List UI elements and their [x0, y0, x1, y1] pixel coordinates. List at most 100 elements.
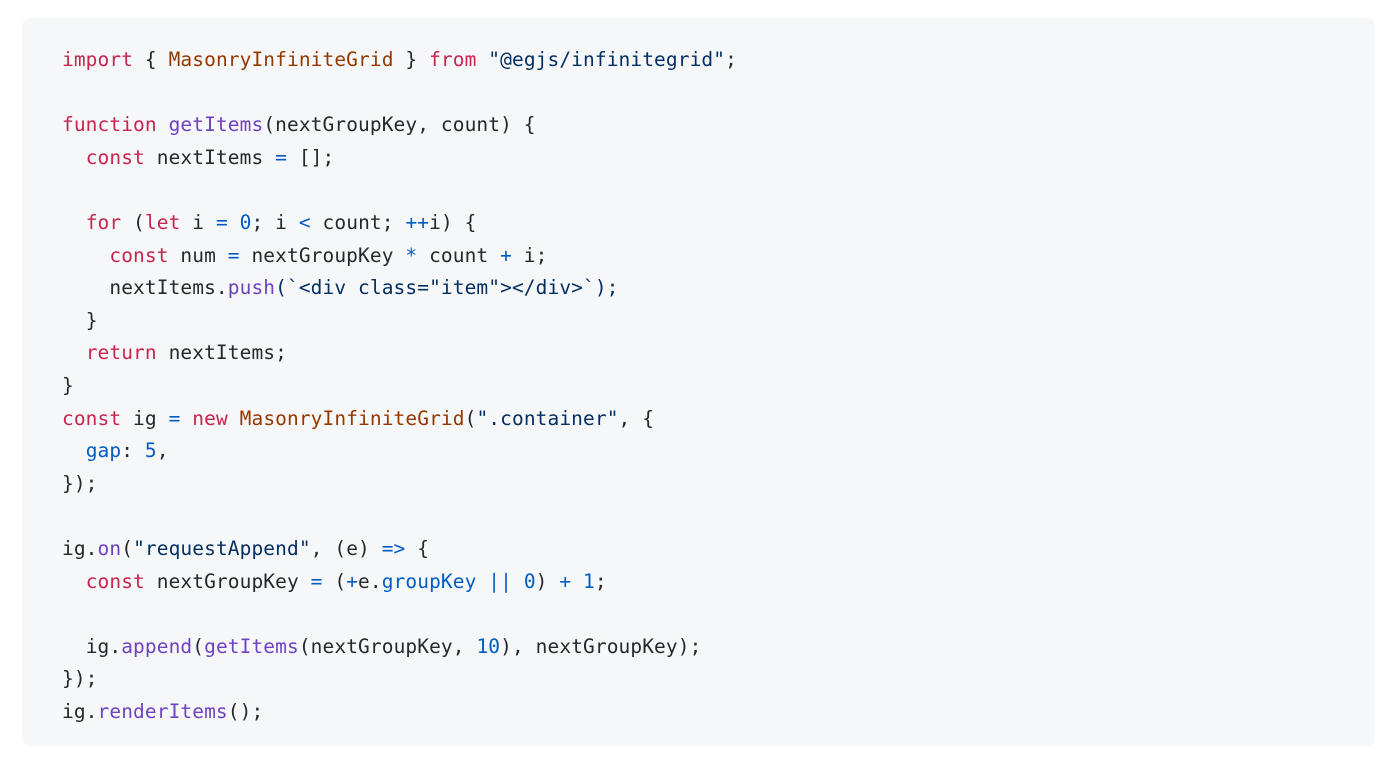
punct-semicolon-1: ;: [725, 48, 737, 71]
code-line-12: const ig = new MasonryInfiniteGrid(".con…: [42, 403, 1355, 436]
punct-paren-3: (: [121, 536, 134, 560]
var-num: num: [168, 243, 228, 267]
keyword-const-2: const: [109, 243, 169, 267]
keyword-new: new: [180, 406, 228, 430]
operator-unary-plus: +: [346, 569, 359, 593]
number-zero-1: 0: [227, 210, 252, 234]
keyword-const-4: const: [85, 569, 145, 593]
brace-close-function: }: [62, 373, 74, 397]
operator-assign-1: =: [275, 145, 287, 169]
var-next-items: nextItems: [144, 145, 276, 169]
number-gap-value: 5: [144, 439, 157, 463]
punct-brace-close: }: [393, 48, 430, 71]
callback-params: , (e): [310, 536, 382, 560]
return-value: nextItems;: [156, 341, 287, 365]
operator-multiply: *: [405, 243, 418, 267]
string-container-selector: ".container": [476, 406, 619, 430]
punct-comma-1: ,: [156, 439, 169, 463]
punct-paren-6: (: [192, 634, 205, 658]
object-e: e.: [358, 569, 382, 593]
indent-7: [62, 439, 86, 462]
code-line-16: ig.on("requestAppend", (e) => {: [42, 533, 1355, 566]
callback-brace-open: {: [405, 536, 430, 560]
keyword-import: import: [62, 48, 134, 71]
function-name-get-items: getItems: [168, 113, 264, 137]
var-ig: ig: [121, 406, 169, 430]
operator-plus-1: +: [500, 243, 512, 267]
for-tail: i) {: [429, 210, 477, 234]
punct-paren-5: ): [535, 569, 560, 593]
method-on: on: [97, 536, 122, 560]
code-line-10: return nextItems;: [42, 337, 1355, 370]
options-open: , {: [618, 406, 655, 430]
empty-array-literal: [];: [286, 145, 335, 169]
append-args-2: ), nextGroupKey);: [500, 634, 702, 658]
indent-3: [62, 244, 109, 267]
keyword-let: let: [144, 210, 181, 234]
function-call-get-items: getItems: [204, 634, 299, 658]
var-next-group-key: nextGroupKey: [144, 569, 311, 593]
code-line-21: ig.renderItems();: [42, 696, 1355, 729]
punct-paren-4: (: [322, 569, 347, 593]
punct-paren-2: (: [464, 406, 477, 430]
for-condition-mid: ; i: [251, 210, 299, 234]
code-line-5-blank: [42, 174, 1355, 207]
expr-next-group-key: nextGroupKey: [239, 243, 406, 267]
code-line-18-blank: [42, 598, 1355, 631]
brace-close-for: }: [85, 308, 98, 332]
operator-assign-4: =: [168, 406, 181, 430]
object-next-items: nextItems.: [109, 276, 228, 300]
code-line-11: }: [42, 370, 1355, 403]
keyword-function: function: [62, 113, 157, 137]
operator-assign-5: =: [310, 569, 323, 593]
code-line-17: const nextGroupKey = (+e.groupKey || 0) …: [42, 566, 1355, 599]
expr-i: i;: [511, 243, 548, 267]
code-line-19: ig.append(getItems(nextGroupKey, 10), ne…: [42, 631, 1355, 664]
string-module-path: "@egjs/infinitegrid": [488, 48, 726, 71]
number-one: 1: [571, 569, 595, 593]
code-line-14: });: [42, 468, 1355, 501]
punct-brace-open: {: [133, 48, 169, 71]
render-items-call: ();: [227, 699, 264, 723]
punct-colon-1: :: [121, 439, 145, 463]
var-count-2: count: [417, 243, 501, 267]
indent-1: [62, 146, 86, 169]
code-line-7: const num = nextGroupKey * count + i;: [42, 240, 1355, 273]
indent-8: [62, 570, 86, 593]
object-ig-1: ig.: [62, 536, 98, 560]
keyword-for: for: [85, 210, 122, 234]
identifier-masonry-infinite-grid: MasonryInfiniteGrid: [168, 48, 394, 71]
keyword-return: return: [85, 341, 157, 365]
code-line-13: gap: 5,: [42, 435, 1355, 468]
code-line-20: });: [42, 663, 1355, 696]
code-line-8: nextItems.push(`<div class="item"></div>…: [42, 272, 1355, 305]
code-snippet-page: import { MasonryInfiniteGrid } from "@eg…: [0, 0, 1400, 764]
callback-close: });: [62, 667, 98, 691]
method-push: push: [227, 276, 276, 300]
punct-paren-1: (: [121, 210, 145, 234]
property-gap: gap: [85, 439, 122, 463]
object-ig-2: ig.: [85, 634, 122, 658]
space-1: [476, 48, 488, 71]
method-append: append: [121, 634, 193, 658]
indent-5: [62, 309, 86, 332]
number-ten: 10: [476, 634, 501, 658]
indent-6: [62, 341, 86, 364]
operator-increment: ++: [405, 210, 430, 234]
space-2: [157, 113, 169, 136]
operator-assign-2: =: [215, 210, 228, 234]
function-params: (nextGroupKey, count) {: [263, 113, 536, 137]
keyword-from: from: [429, 48, 477, 71]
var-count-1: count;: [310, 210, 406, 234]
operator-logical-or: ||: [476, 569, 512, 593]
operator-arrow: =>: [381, 536, 406, 560]
operator-plus-2: +: [559, 569, 572, 593]
property-group-key: groupKey: [381, 569, 477, 593]
code-line-1: import { MasonryInfiniteGrid } from "@eg…: [42, 44, 1355, 77]
operator-less-than: <: [298, 210, 311, 234]
append-args-1: (nextGroupKey,: [298, 634, 477, 658]
class-masonry-infinite-grid: MasonryInfiniteGrid: [227, 406, 465, 430]
string-request-append: "requestAppend": [133, 536, 311, 560]
object-ig-3: ig.: [62, 699, 98, 723]
code-content[interactable]: import { MasonryInfiniteGrid } from "@eg…: [22, 44, 1375, 728]
